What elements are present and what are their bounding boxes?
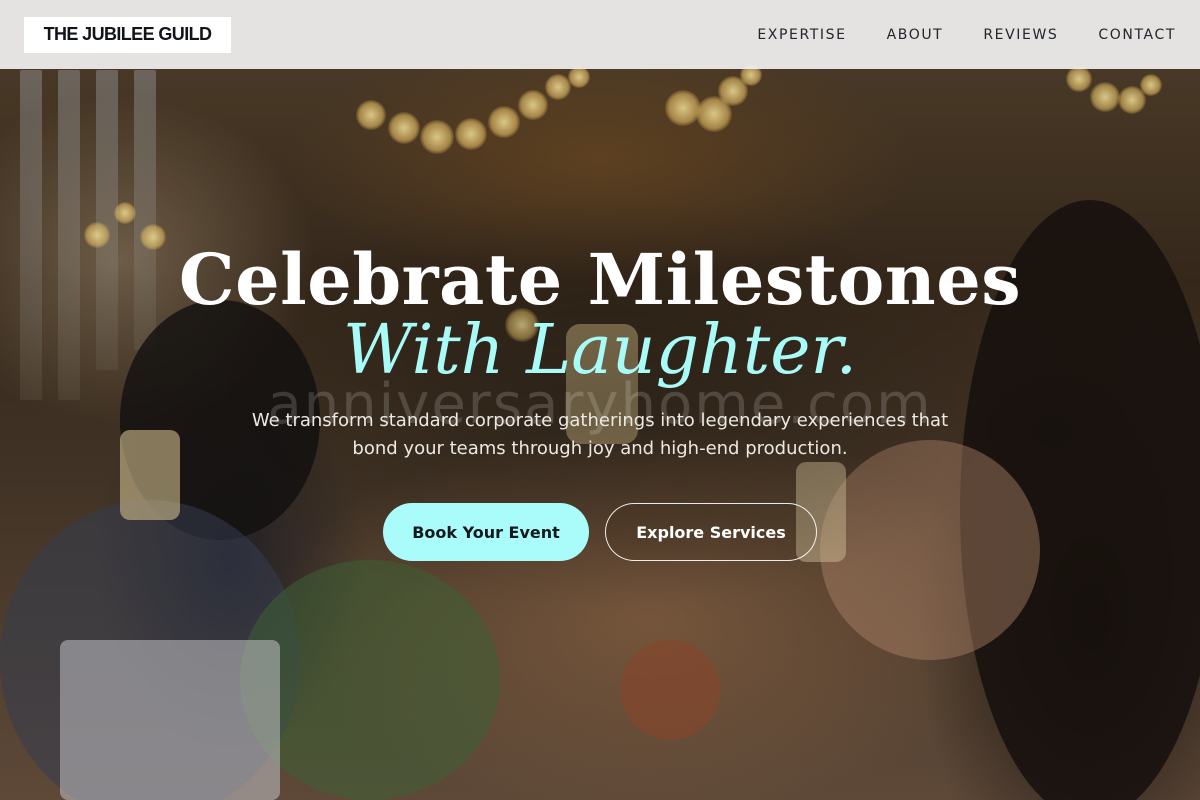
nav-link-about[interactable]: ABOUT — [887, 27, 944, 43]
nav-link-reviews[interactable]: REVIEWS — [983, 27, 1058, 43]
site-header: THE JUBILEE GUILD EXPERTISE ABOUT REVIEW… — [0, 0, 1200, 69]
nav-link-contact[interactable]: CONTACT — [1098, 27, 1176, 43]
hero-headline: Celebrate Milestones — [178, 238, 1022, 321]
nav-link-expertise[interactable]: EXPERTISE — [757, 27, 846, 43]
hero-subtitle: We transform standard corporate gatherin… — [251, 410, 949, 459]
hero-section: Celebrate Milestones With Laughter. anni… — [0, 0, 1200, 800]
book-event-button[interactable]: Book Your Event — [383, 503, 589, 561]
site-logo[interactable]: THE JUBILEE GUILD — [24, 16, 231, 53]
main-nav: EXPERTISE ABOUT REVIEWS CONTACT — [717, 27, 1176, 43]
explore-services-button[interactable]: Explore Services — [605, 503, 817, 561]
